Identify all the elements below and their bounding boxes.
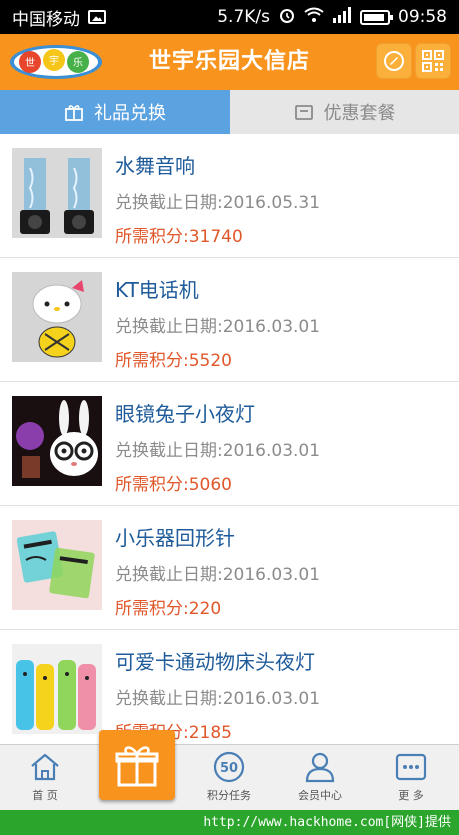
- battery-icon: [360, 9, 393, 25]
- item-deadline: 兑换截止日期:2016.03.01: [115, 689, 321, 709]
- gift-icon: [115, 746, 159, 787]
- list-item[interactable]: KT电话机 兑换截止日期:2016.03.01 所需积分:5520: [0, 258, 459, 382]
- bottom-nav: 首 页 50 积分任务 会员中心 更 多: [0, 744, 459, 810]
- tab-bar: 礼品兑换 优惠套餐: [0, 90, 459, 134]
- item-deadline: 兑换截止日期:2016.03.01: [115, 565, 321, 585]
- nav-more[interactable]: 更 多: [366, 745, 456, 811]
- tab-label: 礼品兑换: [94, 103, 166, 124]
- nav-label: 首 页: [32, 789, 58, 802]
- svg-text:世: 世: [25, 57, 35, 69]
- network-speed: 5.7K/s: [217, 7, 270, 27]
- nav-home[interactable]: 首 页: [0, 745, 90, 811]
- item-name: 小乐器回形针: [115, 526, 235, 550]
- gift-list: 水舞音响 兑换截止日期:2016.05.31 所需积分:31740 KT电话机 …: [0, 134, 459, 744]
- product-image: [12, 396, 102, 486]
- nav-member-center[interactable]: 会员中心: [275, 745, 365, 811]
- home-icon: [31, 753, 59, 781]
- more-icon: [395, 753, 427, 781]
- tab-discount-package[interactable]: 优惠套餐: [230, 90, 459, 134]
- list-item[interactable]: 可爱卡通动物床头夜灯 兑换截止日期:2016.03.01 所需积分:2185: [0, 630, 459, 744]
- status-bar: 中国移动 5.7K/s 09:58: [0, 0, 459, 34]
- tab-gift-exchange[interactable]: 礼品兑换: [0, 90, 230, 134]
- gift-center-button[interactable]: [99, 730, 175, 800]
- item-deadline: 兑换截止日期:2016.03.01: [115, 441, 321, 461]
- list-item[interactable]: 小乐器回形针 兑换截止日期:2016.03.01 所需积分:220: [0, 506, 459, 630]
- signal-icon: [332, 6, 352, 28]
- user-icon: [305, 752, 335, 783]
- item-points: 所需积分:5520: [115, 351, 232, 371]
- compass-icon: [384, 51, 404, 71]
- list-item[interactable]: 水舞音响 兑换截止日期:2016.05.31 所需积分:31740: [0, 134, 459, 258]
- list-item[interactable]: 眼镜兔子小夜灯 兑换截止日期:2016.03.01 所需积分:5060: [0, 382, 459, 506]
- wifi-icon: [304, 7, 324, 28]
- brand-logo: 世 宇 乐: [8, 42, 104, 82]
- tab-label: 优惠套餐: [323, 103, 396, 124]
- item-points: 所需积分:220: [115, 599, 222, 619]
- item-name: 水舞音响: [115, 154, 195, 178]
- carrier-label: 中国移动: [12, 9, 80, 30]
- package-icon: [294, 105, 313, 120]
- product-image: [12, 272, 102, 362]
- nav-point-tasks[interactable]: 50 积分任务: [184, 745, 274, 811]
- nav-label: 更 多: [398, 789, 424, 802]
- item-name: 眼镜兔子小夜灯: [115, 402, 255, 426]
- points-badge-icon: 50: [213, 751, 245, 783]
- qr-code-icon: [422, 50, 444, 72]
- item-name: 可爱卡通动物床头夜灯: [115, 650, 315, 674]
- nav-label: 积分任务: [207, 789, 251, 802]
- qr-code-button[interactable]: [415, 43, 451, 79]
- item-deadline: 兑换截止日期:2016.05.31: [115, 193, 321, 213]
- product-image: [12, 520, 102, 610]
- product-image: [12, 148, 102, 238]
- item-points: 所需积分:5060: [115, 475, 232, 495]
- clock: 09:58: [398, 7, 447, 27]
- svg-text:乐: 乐: [73, 57, 83, 69]
- alarm-icon: [278, 6, 296, 29]
- item-name: KT电话机: [115, 278, 199, 302]
- svg-text:宇: 宇: [49, 54, 59, 67]
- item-deadline: 兑换截止日期:2016.03.01: [115, 317, 321, 337]
- item-points: 所需积分:31740: [115, 227, 243, 247]
- app-header: 世宇乐园大信店 世 宇 乐: [0, 34, 459, 90]
- product-image: [12, 644, 102, 734]
- watermark: http://www.hackhome.com[网侠]提供: [0, 810, 459, 835]
- nav-label: 会员中心: [298, 789, 342, 802]
- points-badge-number: 50: [220, 761, 238, 776]
- compass-button[interactable]: [376, 43, 412, 79]
- gift-outline-icon: [65, 105, 83, 121]
- image-notification-icon: [88, 10, 106, 24]
